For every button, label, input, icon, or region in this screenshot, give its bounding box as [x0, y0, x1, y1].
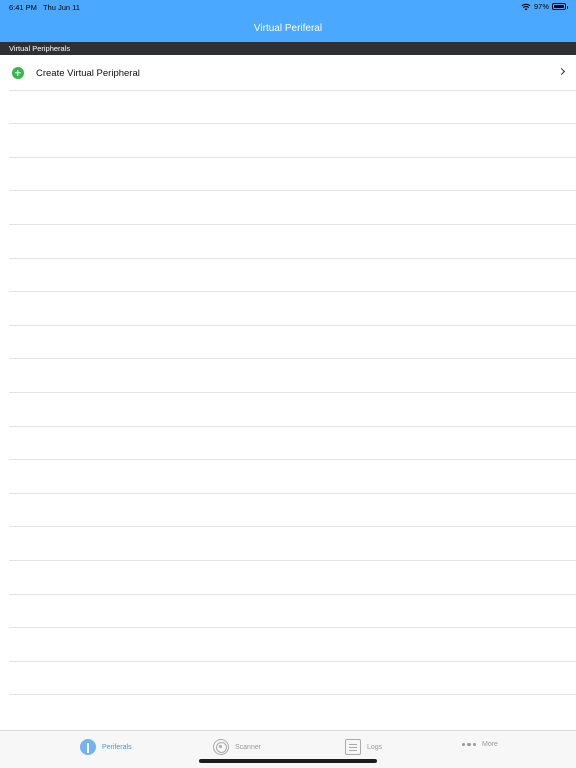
row-separator — [9, 190, 576, 192]
section-header: Virtual Peripherals — [0, 42, 576, 55]
row-separator — [9, 324, 576, 326]
row-separator — [9, 291, 576, 293]
row-label: Create Virtual Peripheral — [36, 68, 140, 79]
row-separator — [9, 559, 576, 561]
scanner-icon — [213, 739, 229, 755]
tab-more-label: More — [482, 741, 498, 748]
row-separator — [9, 694, 576, 696]
row-separator — [9, 257, 576, 259]
row-separator — [9, 223, 576, 225]
row-separator — [9, 593, 576, 595]
status-time: 6:41 PM — [9, 3, 37, 12]
row-separator — [9, 492, 576, 494]
tab-scanner-label: Scanner — [235, 743, 262, 751]
tab-more[interactable]: More — [462, 741, 498, 748]
tab-periferals[interactable]: Periferals — [80, 739, 132, 755]
row-separator — [9, 156, 576, 158]
battery-icon — [552, 3, 568, 10]
row-separator — [9, 660, 576, 662]
row-separator — [9, 526, 576, 528]
status-left: 6:41 PM Thu Jun 11 — [9, 3, 80, 12]
status-bar: 6:41 PM Thu Jun 11 97% — [0, 0, 576, 14]
chevron-right-icon — [557, 67, 566, 76]
row-separator — [9, 123, 576, 125]
row-separator — [9, 358, 576, 360]
page-title: Virtual Periferal — [253, 22, 323, 34]
create-virtual-peripheral-row[interactable]: Create Virtual Peripheral — [0, 56, 576, 90]
home-indicator — [199, 759, 377, 763]
navigation-bar: Virtual Periferal — [0, 14, 576, 42]
status-date: Thu Jun 11 — [42, 3, 80, 12]
section-header-label: Virtual Peripherals — [9, 44, 71, 53]
status-right: 97% — [521, 2, 568, 11]
row-separator — [9, 391, 576, 393]
tab-scanner[interactable]: Scanner — [213, 739, 261, 755]
row-separator — [9, 89, 576, 91]
row-separator — [9, 459, 576, 461]
more-icon — [462, 742, 476, 747]
periferals-icon — [80, 739, 96, 755]
tab-logs-label: Logs — [367, 743, 383, 751]
row-separator — [9, 627, 576, 629]
tab-periferals-label: Periferals — [102, 743, 132, 751]
row-separator — [9, 425, 576, 427]
wifi-icon — [521, 3, 531, 10]
logs-icon — [345, 739, 361, 755]
battery-fill — [554, 5, 564, 8]
battery-percent: 97% — [533, 2, 549, 11]
plus-circle-icon — [12, 67, 24, 79]
tab-logs[interactable]: Logs — [345, 739, 382, 755]
